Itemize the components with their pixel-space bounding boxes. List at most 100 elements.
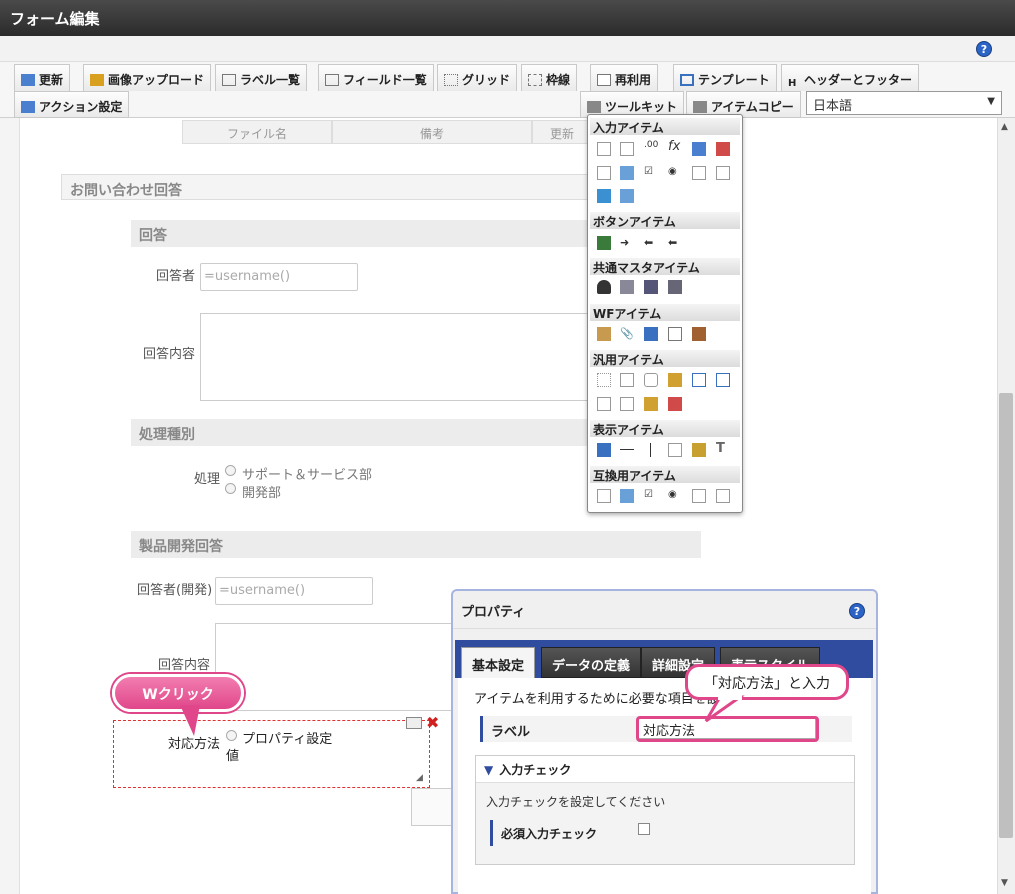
palette-section-master: 共通マスタアイテム bbox=[590, 258, 740, 275]
label-input-highlight bbox=[636, 716, 819, 742]
image-upload-button[interactable]: 画像アップロード bbox=[83, 64, 212, 91]
next-button-icon[interactable]: ➜ bbox=[620, 236, 634, 250]
stamp-icon[interactable] bbox=[692, 327, 706, 341]
radio-support[interactable] bbox=[225, 465, 236, 476]
briefcase-icon bbox=[587, 101, 601, 113]
content-textarea[interactable] bbox=[200, 313, 591, 401]
back-button-icon[interactable]: ⬅ bbox=[644, 236, 658, 250]
tree-icon[interactable] bbox=[644, 397, 658, 411]
dev-respondent-input[interactable]: =username() bbox=[215, 577, 373, 605]
document-icon[interactable] bbox=[620, 373, 634, 387]
header-footer-button[interactable]: H ヘッダーとフッター bbox=[781, 64, 920, 91]
history-icon[interactable] bbox=[668, 327, 682, 341]
hidden-button[interactable] bbox=[411, 788, 452, 826]
horizontal-line-icon[interactable] bbox=[620, 449, 634, 450]
camera-icon[interactable] bbox=[644, 373, 658, 387]
properties-description: アイテムを利用するために必要な項目を設 bbox=[474, 692, 720, 707]
vertical-line-icon[interactable] bbox=[650, 443, 651, 457]
action-settings-button[interactable]: アクション設定 bbox=[14, 91, 130, 118]
delete-icon[interactable]: ✖ bbox=[426, 713, 439, 732]
table-header-updated: 更新 bbox=[532, 120, 592, 144]
palette-section-general: 汎用アイテム bbox=[590, 350, 740, 367]
table-header-note: 備考 bbox=[332, 120, 532, 144]
resize-handle-icon[interactable]: ◢ bbox=[416, 773, 423, 783]
schedule-icon[interactable] bbox=[668, 397, 682, 411]
image-icon[interactable] bbox=[644, 327, 658, 341]
compat-checkbox-icon[interactable]: ☑ bbox=[644, 489, 658, 503]
required-checkbox[interactable] bbox=[638, 823, 650, 835]
file-down-icon[interactable] bbox=[716, 373, 730, 387]
select-icon[interactable] bbox=[597, 166, 611, 180]
collapse-icon: ▼ bbox=[484, 763, 494, 777]
update-icon bbox=[21, 74, 35, 86]
user-icon[interactable] bbox=[597, 280, 611, 294]
radio-property[interactable] bbox=[226, 730, 237, 741]
table-icon[interactable] bbox=[406, 717, 422, 729]
compat-listbox-icon[interactable] bbox=[716, 489, 730, 503]
header-label-icon[interactable] bbox=[597, 443, 611, 457]
help-icon[interactable]: ? bbox=[976, 41, 992, 57]
scrollbar-thumb[interactable] bbox=[999, 393, 1013, 838]
briefcase-icon bbox=[693, 101, 707, 113]
compat-radio-icon[interactable]: ◉ bbox=[668, 489, 682, 503]
language-select[interactable]: 日本語 ▼ bbox=[806, 91, 1002, 115]
box-icon[interactable] bbox=[668, 443, 682, 457]
key-icon[interactable] bbox=[668, 373, 682, 387]
respondent-input[interactable]: =username() bbox=[200, 263, 358, 291]
textarea-icon[interactable] bbox=[620, 142, 634, 156]
properties-title: プロパティ bbox=[453, 591, 876, 629]
grid-icon bbox=[444, 74, 458, 86]
textbox-icon[interactable] bbox=[597, 142, 611, 156]
tab-data-definition[interactable]: データの定義 bbox=[541, 647, 642, 678]
radio-dev[interactable] bbox=[225, 483, 236, 494]
listbox-icon[interactable] bbox=[716, 166, 730, 180]
list-icon[interactable] bbox=[620, 166, 634, 180]
section-dev: 製品開発回答 bbox=[131, 531, 701, 558]
group-icon[interactable] bbox=[668, 280, 682, 294]
datetime-icon[interactable] bbox=[716, 142, 730, 156]
content-label: 回答内容 bbox=[143, 347, 196, 362]
template-button[interactable]: テンプレート bbox=[673, 64, 777, 91]
text-icon[interactable]: T bbox=[716, 441, 730, 456]
organization-icon[interactable] bbox=[620, 280, 634, 294]
dev-content-textarea[interactable] bbox=[215, 623, 455, 711]
clipboard-icon[interactable] bbox=[597, 327, 611, 341]
label-list-button[interactable]: ラベル一覧 bbox=[215, 64, 308, 91]
picture-icon[interactable] bbox=[692, 443, 706, 457]
compat-select-icon[interactable] bbox=[597, 489, 611, 503]
upload-icon[interactable] bbox=[597, 189, 611, 203]
properties-help-icon[interactable]: ? bbox=[849, 603, 865, 619]
dev-respondent-label: 回答者(開発) bbox=[137, 583, 213, 598]
header-icon: H bbox=[788, 78, 797, 89]
submit-button-icon[interactable] bbox=[597, 236, 611, 250]
hidden-icon[interactable] bbox=[597, 373, 611, 387]
user-org-icon[interactable] bbox=[644, 280, 658, 294]
panel-icon[interactable] bbox=[597, 397, 611, 411]
palette-section-compat: 互換用アイテム bbox=[590, 466, 740, 483]
number-icon[interactable]: .00 bbox=[644, 140, 658, 154]
action-icon bbox=[21, 101, 35, 113]
grid-icon[interactable] bbox=[620, 189, 634, 203]
input-check-header[interactable]: ▼ 入力チェック bbox=[476, 756, 854, 783]
scroll-down-icon[interactable]: ▼ bbox=[1001, 878, 1008, 888]
attach-icon[interactable]: 📎 bbox=[620, 327, 634, 341]
checkbox-icon[interactable]: ☑ bbox=[644, 166, 658, 180]
update-button[interactable]: 更新 bbox=[14, 64, 71, 91]
tab-basic[interactable]: 基本設定 bbox=[461, 647, 536, 678]
field-list-button[interactable]: フィールド一覧 bbox=[318, 64, 434, 91]
formula-icon[interactable]: fx bbox=[668, 139, 682, 154]
return-button-icon[interactable]: ⬅ bbox=[668, 236, 682, 250]
respondent-label: 回答者 bbox=[156, 269, 196, 284]
combo-icon[interactable] bbox=[692, 166, 706, 180]
file-up-icon[interactable] bbox=[692, 373, 706, 387]
card-icon[interactable] bbox=[620, 397, 634, 411]
grid-button[interactable]: グリッド bbox=[437, 64, 518, 91]
compat-combo-icon[interactable] bbox=[692, 489, 706, 503]
compat-list-icon[interactable] bbox=[620, 489, 634, 503]
radio-icon[interactable]: ◉ bbox=[668, 166, 682, 180]
reuse-button[interactable]: 再利用 bbox=[590, 64, 659, 91]
dev-content-label: 回答内容 bbox=[158, 658, 211, 673]
calendar-icon[interactable] bbox=[692, 142, 706, 156]
scroll-up-icon[interactable]: ▲ bbox=[1001, 122, 1008, 132]
border-button[interactable]: 枠線 bbox=[521, 64, 578, 91]
